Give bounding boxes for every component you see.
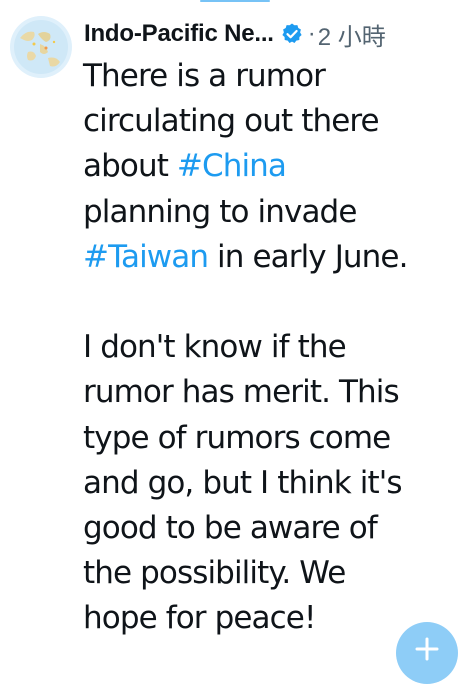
avatar[interactable] (10, 16, 72, 78)
tweet-text-segment: hope for peace! (83, 600, 316, 637)
tweet-text-segment: There is a rumor (83, 58, 326, 94)
tweet-text-line: rumor has merit. This (83, 370, 468, 415)
tweet-text-segment: type of rumors come (83, 419, 391, 456)
tweet-text-segment: good to be aware of (83, 509, 378, 546)
tweet-text-line: I don't know if the (83, 325, 468, 370)
tweet-text-segment: circulating out there (83, 103, 380, 140)
compose-button[interactable] (396, 622, 458, 684)
tweet-text-segment: and go, but I think it's (83, 464, 402, 501)
tweet-text-line: There is a rumor (83, 54, 468, 99)
tweet-meta: · 2 小時 (308, 17, 386, 52)
globe-map-avatar-icon (10, 16, 72, 78)
author-display-name[interactable]: Indo-Pacific Ne... (84, 20, 274, 48)
tweet-header: Indo-Pacific Ne... · 2 小時 (84, 14, 464, 54)
tweet-text-segment: in early June. (208, 238, 408, 275)
meta-separator: · (307, 20, 316, 47)
tweet-text-line: good to be aware of (83, 506, 468, 551)
tweet-text-segment: about (83, 148, 177, 185)
tweet-text-line: planning to invade (83, 190, 468, 235)
tweet-body: There is a rumor circulating out there abo… (83, 54, 468, 641)
tweet-text-line: and go, but I think it's (83, 461, 468, 506)
hashtag-link[interactable]: #Taiwan (83, 239, 209, 275)
tweet[interactable]: Indo-Pacific Ne... · 2 小時 There is a rum… (0, 0, 474, 661)
hashtag-link[interactable]: #China (177, 148, 287, 184)
paragraph-break (83, 280, 468, 325)
tweet-text-line: circulating out there (83, 99, 468, 144)
tweet-text-segment: rumor has merit. This (83, 374, 400, 411)
tweet-text-segment: planning to invade (83, 193, 357, 230)
tweet-timestamp[interactable]: 2 小時 (318, 17, 386, 52)
compose-plus-icon (415, 637, 439, 661)
tweet-text-line: type of rumors come (83, 416, 468, 461)
tweet-text-segment: I don't know if the (83, 329, 347, 366)
verified-badge-icon (280, 22, 304, 46)
tweet-text-line: the possibility. We (83, 551, 468, 596)
tweet-text-segment: the possibility. We (83, 555, 346, 592)
tweet-text-line: about #China (83, 144, 468, 189)
tweet-text-line: #Taiwan in early June. (83, 235, 468, 280)
